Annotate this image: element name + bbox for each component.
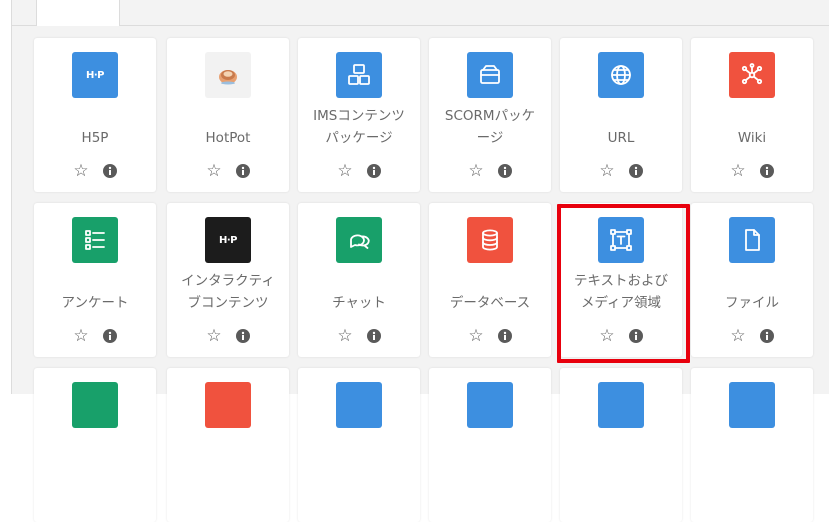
info-icon[interactable] [102, 164, 117, 178]
activity-tile-partial[interactable] [34, 368, 156, 522]
tile-actions: ☆ [560, 325, 682, 347]
box-icon [467, 52, 513, 98]
star-icon[interactable]: ☆ [730, 327, 745, 345]
info-icon[interactable] [366, 329, 381, 343]
globe-icon [598, 52, 644, 98]
activity-icon [467, 382, 513, 428]
tile-label: IMSコンテンツ パッケージ [313, 108, 405, 146]
hotpot-icon [205, 52, 251, 98]
activity-icon [598, 382, 644, 428]
activity-tile-ims[interactable]: IMSコンテンツ パッケージ ☆ [298, 38, 420, 192]
info-icon[interactable] [235, 329, 250, 343]
tile-label: HotPot [205, 130, 251, 146]
activity-tile-chat[interactable]: チャット ☆ [298, 203, 420, 357]
tile-actions: ☆ [298, 160, 420, 182]
activity-tile-partial[interactable] [691, 368, 813, 522]
tile-actions: ☆ [167, 160, 289, 182]
tile-actions: ☆ [429, 160, 551, 182]
star-icon[interactable]: ☆ [337, 327, 352, 345]
tile-actions: ☆ [560, 160, 682, 182]
package-icon [336, 52, 382, 98]
activity-tile-url[interactable]: URL ☆ [560, 38, 682, 192]
h5p-dark-icon: H·P [205, 217, 251, 263]
activity-tile-file[interactable]: ファイル ☆ [691, 203, 813, 357]
tile-actions: ☆ [34, 325, 156, 347]
tile-label: データベース [449, 295, 531, 311]
tile-label: Wiki [737, 130, 767, 146]
text-media-icon [598, 217, 644, 263]
activity-tile-partial[interactable] [429, 368, 551, 522]
activity-icon [205, 382, 251, 428]
tile-label: テキストおよび メディア領域 [573, 273, 669, 311]
star-icon[interactable]: ☆ [599, 162, 614, 180]
h5p-icon: H·P [72, 52, 118, 98]
activity-tile-database[interactable]: データベース ☆ [429, 203, 551, 357]
tile-actions: ☆ [167, 325, 289, 347]
tile-actions: ☆ [691, 160, 813, 182]
activity-icon [729, 382, 775, 428]
activity-icon [336, 382, 382, 428]
tile-label: ファイル [725, 295, 779, 311]
info-icon[interactable] [628, 329, 643, 343]
star-icon[interactable]: ☆ [73, 327, 88, 345]
star-icon[interactable]: ☆ [73, 162, 88, 180]
tile-label: チャット [332, 295, 386, 311]
activity-grid: H·P H5P ☆ HotPot ☆ IMSコンテンツ パッケージ ☆ SCORMパッケ ージ… [12, 0, 829, 522]
tile-label: インタラクティ ブコンテンツ [181, 273, 275, 311]
h5p-dark-icon-glyph: H·P [219, 234, 238, 246]
tile-actions: ☆ [691, 325, 813, 347]
activity-tile-interactive[interactable]: H·P インタラクティ ブコンテンツ ☆ [167, 203, 289, 357]
activity-icon [72, 382, 118, 428]
star-icon[interactable]: ☆ [206, 327, 221, 345]
info-icon[interactable] [497, 164, 512, 178]
file-icon [729, 217, 775, 263]
list-icon [72, 217, 118, 263]
tile-label: URL [607, 130, 635, 146]
activity-tile-questionnaire[interactable]: アンケート ☆ [34, 203, 156, 357]
info-icon[interactable] [102, 329, 117, 343]
info-icon[interactable] [235, 164, 250, 178]
activity-tile-h5p[interactable]: H·P H5P ☆ [34, 38, 156, 192]
chat-icon [336, 217, 382, 263]
tile-label: アンケート [61, 295, 129, 311]
star-icon[interactable]: ☆ [337, 162, 352, 180]
info-icon[interactable] [759, 164, 774, 178]
star-icon[interactable]: ☆ [206, 162, 221, 180]
star-icon[interactable]: ☆ [468, 162, 483, 180]
tile-label: H5P [81, 130, 109, 146]
activity-tile-textmedia[interactable]: テキストおよび メディア領域 ☆ [560, 203, 682, 357]
info-icon[interactable] [759, 329, 774, 343]
database-icon [467, 217, 513, 263]
tile-actions: ☆ [34, 160, 156, 182]
star-icon[interactable]: ☆ [730, 162, 745, 180]
activity-tile-partial[interactable] [167, 368, 289, 522]
wiki-icon [729, 52, 775, 98]
tile-actions: ☆ [298, 325, 420, 347]
tile-actions: ☆ [429, 325, 551, 347]
tile-label: SCORMパッケ ージ [444, 108, 536, 146]
activity-tile-wiki[interactable]: Wiki ☆ [691, 38, 813, 192]
info-icon[interactable] [497, 329, 512, 343]
activity-tile-hotpot[interactable]: HotPot ☆ [167, 38, 289, 192]
activity-chooser-frame: H·P H5P ☆ HotPot ☆ IMSコンテンツ パッケージ ☆ SCORMパッケ ージ… [11, 0, 829, 522]
info-icon[interactable] [628, 164, 643, 178]
h5p-icon-glyph: H·P [86, 69, 105, 81]
star-icon[interactable]: ☆ [468, 327, 483, 345]
star-icon[interactable]: ☆ [599, 327, 614, 345]
activity-tile-partial[interactable] [560, 368, 682, 522]
activity-tile-scorm[interactable]: SCORMパッケ ージ ☆ [429, 38, 551, 192]
activity-tile-partial[interactable] [298, 368, 420, 522]
info-icon[interactable] [366, 164, 381, 178]
